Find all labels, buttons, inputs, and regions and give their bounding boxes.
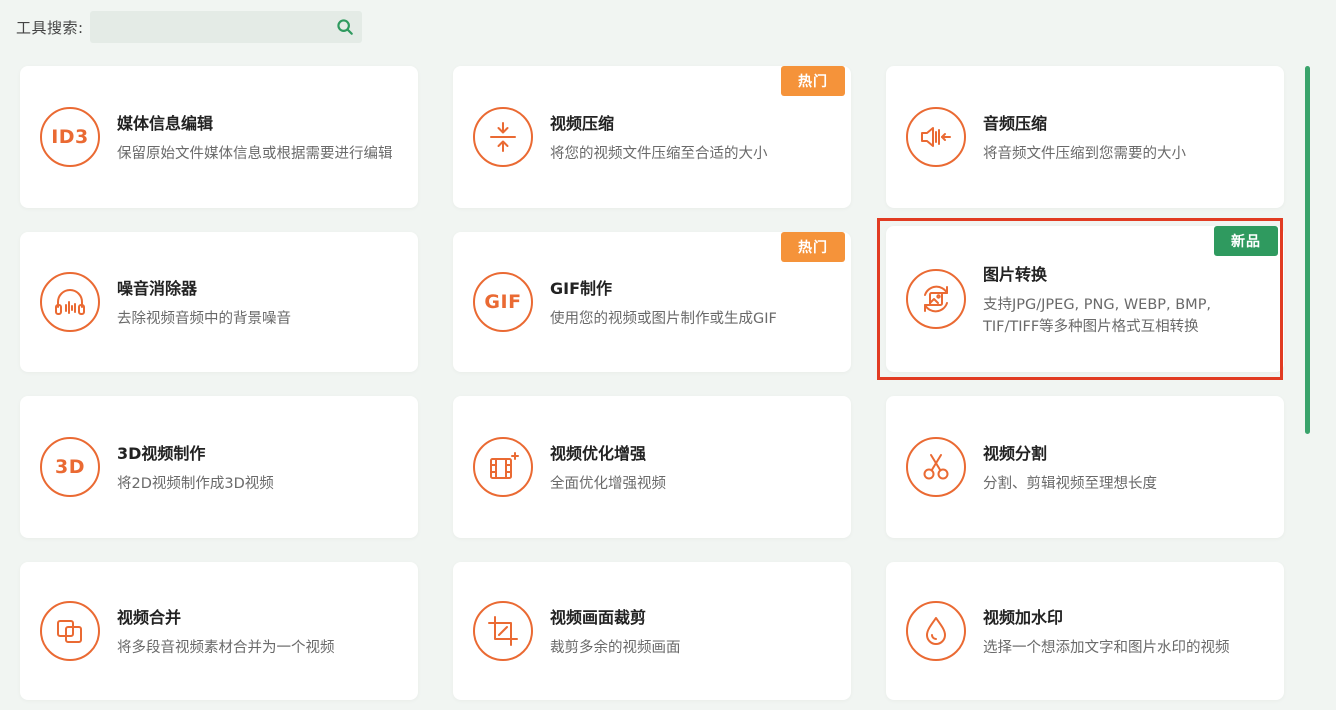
tool-desc: 全面优化增强视频	[550, 475, 666, 492]
hot-badge: 热门	[781, 232, 845, 262]
tool-card-3d-video[interactable]: 3D 3D视频制作 将2D视频制作成3D视频	[20, 396, 418, 538]
tool-title: 媒体信息编辑	[117, 113, 214, 133]
crop-icon	[473, 601, 533, 661]
search-bar: 工具搜索:	[16, 10, 362, 44]
tool-desc: 选择一个想添加文字和图片水印的视频	[983, 639, 1230, 656]
tool-title: 3D视频制作	[117, 443, 206, 463]
tool-card-image-convert[interactable]: 新品 图片转换 支持JPG/JPEG, PNG, WEBP, BMP, TIF/…	[886, 226, 1284, 372]
tool-desc: 将多段音视频素材合并为一个视频	[117, 639, 335, 656]
image-convert-icon	[906, 269, 966, 329]
search-label: 工具搜索:	[16, 18, 84, 37]
tool-title: 噪音消除器	[117, 278, 198, 298]
tool-card-media-info[interactable]: ID3 媒体信息编辑 保留原始文件媒体信息或根据需要进行编辑	[20, 66, 418, 208]
tool-card-video-enhance[interactable]: 视频优化增强 全面优化增强视频	[453, 396, 851, 538]
tool-title: 视频合并	[117, 607, 182, 627]
tool-desc: 保留原始文件媒体信息或根据需要进行编辑	[117, 145, 393, 162]
tool-card-video-compress[interactable]: 热门 视频压缩 将您的视频文件压缩至合适的大小	[453, 66, 851, 208]
search-input[interactable]	[89, 11, 362, 43]
tool-card-gif-maker[interactable]: 热门 GIF GIF制作 使用您的视频或图片制作或生成GIF	[453, 232, 851, 372]
tool-card-video-split[interactable]: 视频分割 分割、剪辑视频至理想长度	[886, 396, 1284, 538]
tool-title: 图片转换	[983, 264, 1048, 284]
tool-title: GIF制作	[550, 278, 613, 298]
search-icon[interactable]	[336, 18, 354, 36]
tool-desc: 将2D视频制作成3D视频	[117, 475, 274, 492]
tool-desc: 将音频文件压缩到您需要的大小	[983, 145, 1186, 162]
tool-title: 视频压缩	[550, 113, 615, 133]
tool-title: 视频加水印	[983, 607, 1064, 627]
tool-desc: 去除视频音频中的背景噪音	[117, 310, 291, 327]
audio-compress-icon	[906, 107, 966, 167]
scrollbar-thumb[interactable]	[1305, 66, 1310, 434]
tool-page: 工具搜索: ID3 媒体信息编辑 保留原始文件媒体信息或根据需要进行编辑 热门 …	[0, 0, 1336, 710]
tool-title: 音频压缩	[983, 113, 1048, 133]
watermark-icon	[906, 601, 966, 661]
film-enhance-icon	[473, 437, 533, 497]
tool-card-audio-compress[interactable]: 音频压缩 将音频文件压缩到您需要的大小	[886, 66, 1284, 208]
tool-card-video-watermark[interactable]: 视频加水印 选择一个想添加文字和图片水印的视频	[886, 562, 1284, 700]
tool-card-noise-removal[interactable]: 噪音消除器 去除视频音频中的背景噪音	[20, 232, 418, 372]
gif-icon: GIF	[473, 272, 533, 332]
tool-title: 视频分割	[983, 443, 1048, 463]
tool-title: 视频优化增强	[550, 443, 647, 463]
hot-badge: 热门	[781, 66, 845, 96]
merge-icon	[40, 601, 100, 661]
3d-icon: 3D	[40, 437, 100, 497]
search-box	[89, 11, 362, 43]
new-badge: 新品	[1214, 226, 1278, 256]
tool-desc: 分割、剪辑视频至理想长度	[983, 475, 1157, 492]
tool-title: 视频画面裁剪	[550, 607, 647, 627]
tool-desc: 支持JPG/JPEG, PNG, WEBP, BMP, TIF/TIFF等多种图…	[983, 296, 1212, 335]
tool-card-video-merge[interactable]: 视频合并 将多段音视频素材合并为一个视频	[20, 562, 418, 700]
headphones-icon	[40, 272, 100, 332]
tool-desc: 将您的视频文件压缩至合适的大小	[550, 145, 768, 162]
id3-icon: ID3	[40, 107, 100, 167]
tool-card-video-crop[interactable]: 视频画面裁剪 裁剪多余的视频画面	[453, 562, 851, 700]
compress-icon	[473, 107, 533, 167]
tool-desc: 裁剪多余的视频画面	[550, 639, 681, 656]
tool-desc: 使用您的视频或图片制作或生成GIF	[550, 310, 777, 327]
scissors-icon	[906, 437, 966, 497]
